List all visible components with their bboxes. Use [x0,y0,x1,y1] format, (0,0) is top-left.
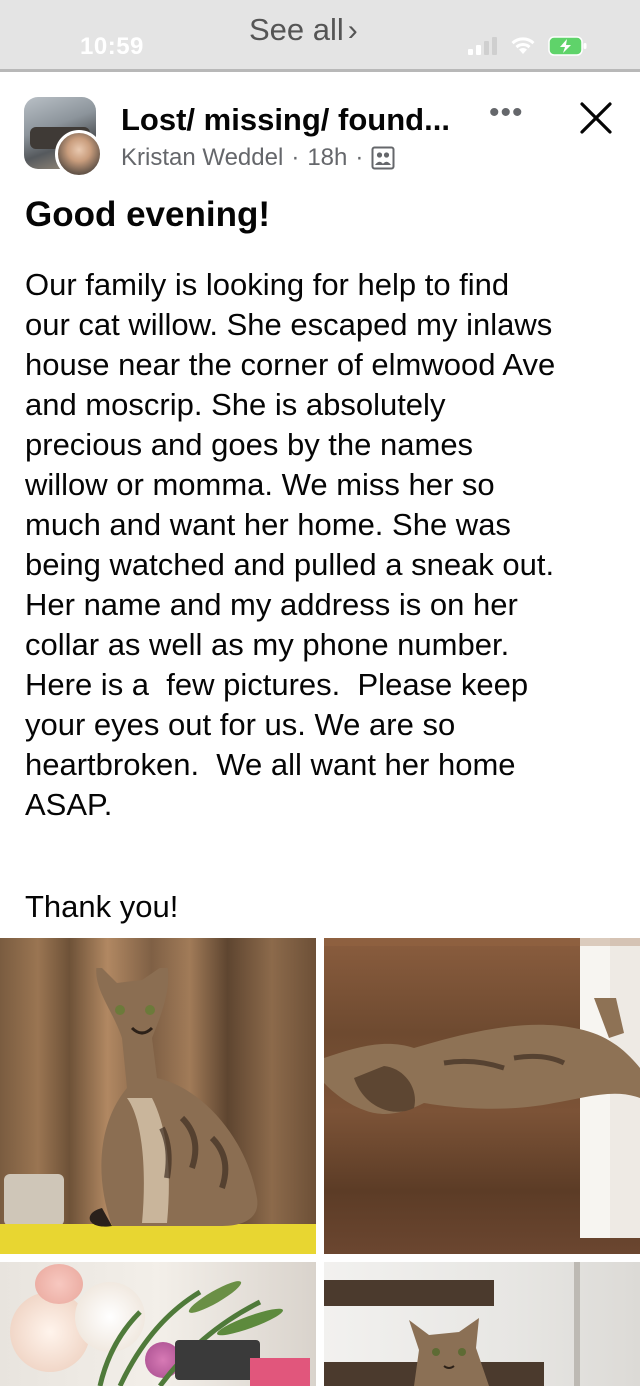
cat-illustration-2 [324,938,640,1114]
status-bar: 10:59 See all › [0,0,640,72]
post-message: Our family is looking for help to find o… [25,267,556,822]
chevron-right-icon: › [347,14,358,47]
meta-separator-2: · [355,144,364,171]
photo-cat-sitting[interactable] [0,938,316,1254]
clock-time: 10:59 [80,33,144,60]
post-header: Lost/ missing/ found... Kristan Weddel ·… [0,92,640,182]
close-icon[interactable] [578,100,614,136]
meta-separator: · [291,144,300,171]
post-meta: Kristan Weddel · 18h · [121,144,395,172]
cat-illustration-3 [409,1318,489,1386]
photo-cat-lying[interactable] [324,938,640,1254]
wifi-icon [511,37,535,54]
cellular-signal-icon [468,37,497,55]
photo-detail-stump [4,1174,64,1226]
post-title: Good evening! [25,195,270,234]
leaves-illustration [97,1281,310,1386]
more-options-button[interactable]: ••• [489,96,524,130]
photo-flowers[interactable] [0,1262,316,1386]
post-closing: Thank you! [25,889,179,924]
see-all-label: See all [249,12,344,47]
photo-detail-step-1 [324,1280,494,1306]
photo-detail-railing [574,1262,580,1386]
status-icons [468,36,588,56]
battery-charging-icon [548,36,587,56]
author-avatar[interactable] [55,130,103,178]
group-name-link[interactable]: Lost/ missing/ found... [121,102,450,138]
author-name-link[interactable]: Kristan Weddel [121,144,283,172]
photo-cat-stairs[interactable] [324,1262,640,1386]
post-time[interactable]: 18h [307,144,347,172]
group-members-icon [371,146,395,170]
see-all-button[interactable]: See all › [249,12,358,48]
cat-illustration [89,968,258,1227]
